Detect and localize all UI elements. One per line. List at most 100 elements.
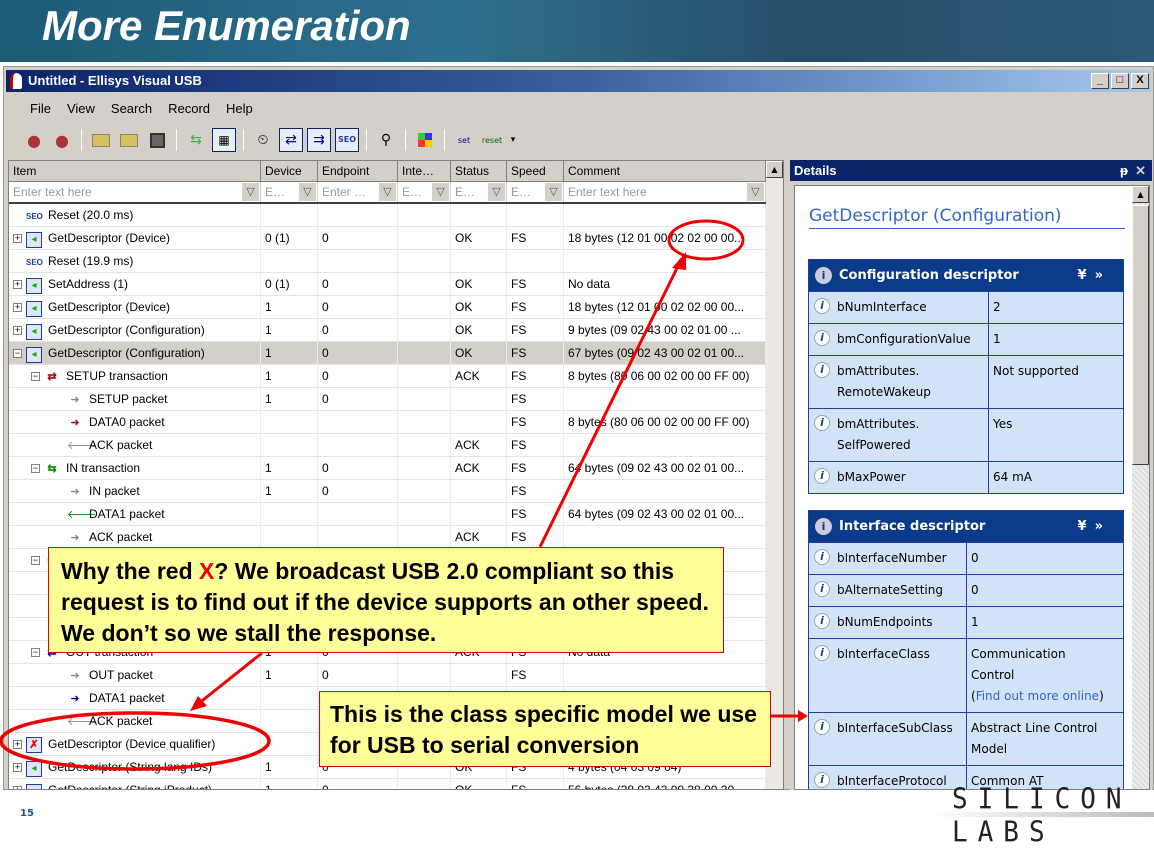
table-row[interactable]: SEO╲╱ Reset (20.0 ms) [9,204,783,227]
table-row[interactable]: 🡐ACK packet ACK FS [9,434,783,457]
pin-icon[interactable]: ᵽ [1120,160,1128,181]
filter-icon[interactable]: ▽ [432,183,449,201]
toolbar-overflow-icon[interactable]: ▾ [508,128,518,152]
find-out-more-link[interactable]: Find out more online [976,689,1099,703]
filter-icon[interactable]: ▽ [299,183,316,201]
table-row[interactable]: ➜ OUT packet 1 0 FS [9,664,783,687]
collapse-icon[interactable]: − [13,349,22,359]
table-row[interactable]: + ◂ GetDescriptor (Device) 1 0 OK FS 18 bytes (… [9,296,783,319]
info-icon[interactable]: i [814,581,830,597]
collapse-icon[interactable]: − [31,464,40,474]
minimize-button[interactable]: _ [1091,73,1109,89]
save-icon[interactable] [145,128,169,152]
details-scroll-up[interactable]: ▲ [1132,186,1149,203]
cell-device: 1 [261,296,318,318]
filter-icon[interactable]: ▽ [242,183,259,201]
close-panel-icon[interactable]: ✕ [1135,160,1146,181]
table-row[interactable]: + ◂ GetDescriptor (Configuration) 1 0 OK FS 9 b… [9,319,783,342]
table-row[interactable]: ➜ ACK packet ACK FS [9,526,783,549]
collapse-icon[interactable]: − [31,372,40,382]
expand-icon[interactable]: + [13,763,22,773]
table-row[interactable]: − ⇄ SETUP transaction 1 0 ACK FS 8 bytes (80 06… [9,365,783,388]
record-add-icon[interactable]: ● [50,128,74,152]
table-row[interactable]: + ◂ GetDescriptor (String iProduct) 10 OKFS5… [9,779,783,789]
table-row[interactable]: 🡐DATA1 packet FS 64 bytes (09 02 43 00 02 … [9,503,783,526]
filter-input-6[interactable]: Enter text here ▽ [564,182,766,202]
expand-icon[interactable]: + [13,786,22,789]
expand-icon[interactable]: + [13,740,22,750]
info-icon[interactable]: i [814,415,830,431]
expand-icon[interactable]: + [13,280,22,290]
table-row[interactable]: ➜ SETUP packet 1 0 FS [9,388,783,411]
table-row[interactable]: + ◂ GetDescriptor (Device) 0 (1) 0 OK FS 18 byt… [9,227,783,250]
col-interface[interactable]: Inte… [398,161,451,182]
menu-help[interactable]: Help [218,97,261,121]
color-grid-icon[interactable] [413,128,437,152]
close-button[interactable]: X [1131,73,1149,89]
filter-input-2[interactable]: Enter … ▽ [318,182,398,202]
table-row[interactable]: ➜ IN packet 1 0 FS [9,480,783,503]
info-icon[interactable]: i [814,362,830,378]
col-device[interactable]: Device [261,161,318,182]
open-folder-icon[interactable] [89,128,113,152]
collapse-icon[interactable]: − [31,556,40,566]
seo-reset-icon: SEO╲╱ [26,211,43,221]
field-value: 0 [971,583,979,597]
table-row[interactable]: ➜ DATA0 packet FS 8 bytes (80 06 00 02 00 0… [9,411,783,434]
details-scroll-thumb[interactable] [1132,205,1149,465]
open-folder-add-icon[interactable] [117,128,141,152]
info-icon[interactable]: i [814,645,830,661]
filter-input-3[interactable]: E… ▽ [398,182,451,202]
split-arrows-icon[interactable]: ⇉ [307,128,331,152]
menu-view[interactable]: View [59,97,103,121]
info-icon[interactable]: i [814,330,830,346]
table-row[interactable]: + ◂ SetAddress (1) 0 (1) 0 OK FS No data [9,273,783,296]
maximize-button[interactable]: □ [1111,73,1129,89]
collapse-all-icon[interactable]: ¥ [1078,519,1095,534]
info-icon[interactable]: i [814,549,830,565]
menu-search[interactable]: Search [103,97,160,121]
info-icon[interactable]: i [814,719,830,735]
seo-reset-icon[interactable]: SEO [335,128,359,152]
clock-icon[interactable]: ⏲ [251,128,275,152]
filter-input-5[interactable]: E… ▽ [507,182,564,202]
col-item[interactable]: Item [9,161,261,182]
expand-icon[interactable]: » [1095,519,1111,534]
expand-icon[interactable]: + [13,303,22,313]
filter-input-4[interactable]: E… ▽ [451,182,507,202]
col-speed[interactable]: Speed [507,161,564,182]
details-scrollbar[interactable]: ▲ [1132,186,1149,789]
set-icon[interactable]: set [452,128,476,152]
table-row[interactable]: SEO╲╱ Reset (19.9 ms) [9,250,783,273]
col-endpoint[interactable]: Endpoint [318,161,398,182]
expand-icon[interactable]: » [1095,268,1111,283]
col-comment[interactable]: Comment [564,161,766,182]
binoculars-icon[interactable]: ⚲ [374,128,398,152]
info-icon[interactable]: i [814,772,830,788]
scroll-up-button[interactable]: ▲ [766,161,783,178]
swap-icon[interactable]: ⇆ [184,128,208,152]
collapse-all-icon[interactable]: ¥ [1078,268,1095,283]
col-status[interactable]: Status [451,161,507,182]
filter-input-1[interactable]: E… ▽ [261,182,318,202]
table-row[interactable]: − ◂ GetDescriptor (Configuration) 1 0 OK FS 67 … [9,342,783,365]
filter-icon[interactable]: ▽ [379,183,396,201]
filter-input-0[interactable]: Enter text here ▽ [9,182,261,202]
expand-icon[interactable]: + [13,326,22,336]
info-icon[interactable]: i [814,468,830,484]
cell-comment [564,664,766,686]
filter-icon[interactable]: ▽ [545,183,562,201]
collapse-icon[interactable]: − [31,648,40,658]
details-view-icon[interactable]: ▦ [212,128,236,152]
record-icon[interactable]: ● [22,128,46,152]
transfer-arrows-icon[interactable]: ⇄ [279,128,303,152]
table-row[interactable]: − ⇆ IN transaction 1 0 ACK FS 64 bytes (09 02 4… [9,457,783,480]
filter-icon[interactable]: ▽ [747,183,764,201]
info-icon[interactable]: i [814,298,830,314]
expand-icon[interactable]: + [13,234,22,244]
menu-file[interactable]: File [22,97,59,121]
menu-record[interactable]: Record [160,97,218,121]
reset-icon[interactable]: reset [480,128,504,152]
filter-icon[interactable]: ▽ [488,183,505,201]
info-icon[interactable]: i [814,613,830,629]
